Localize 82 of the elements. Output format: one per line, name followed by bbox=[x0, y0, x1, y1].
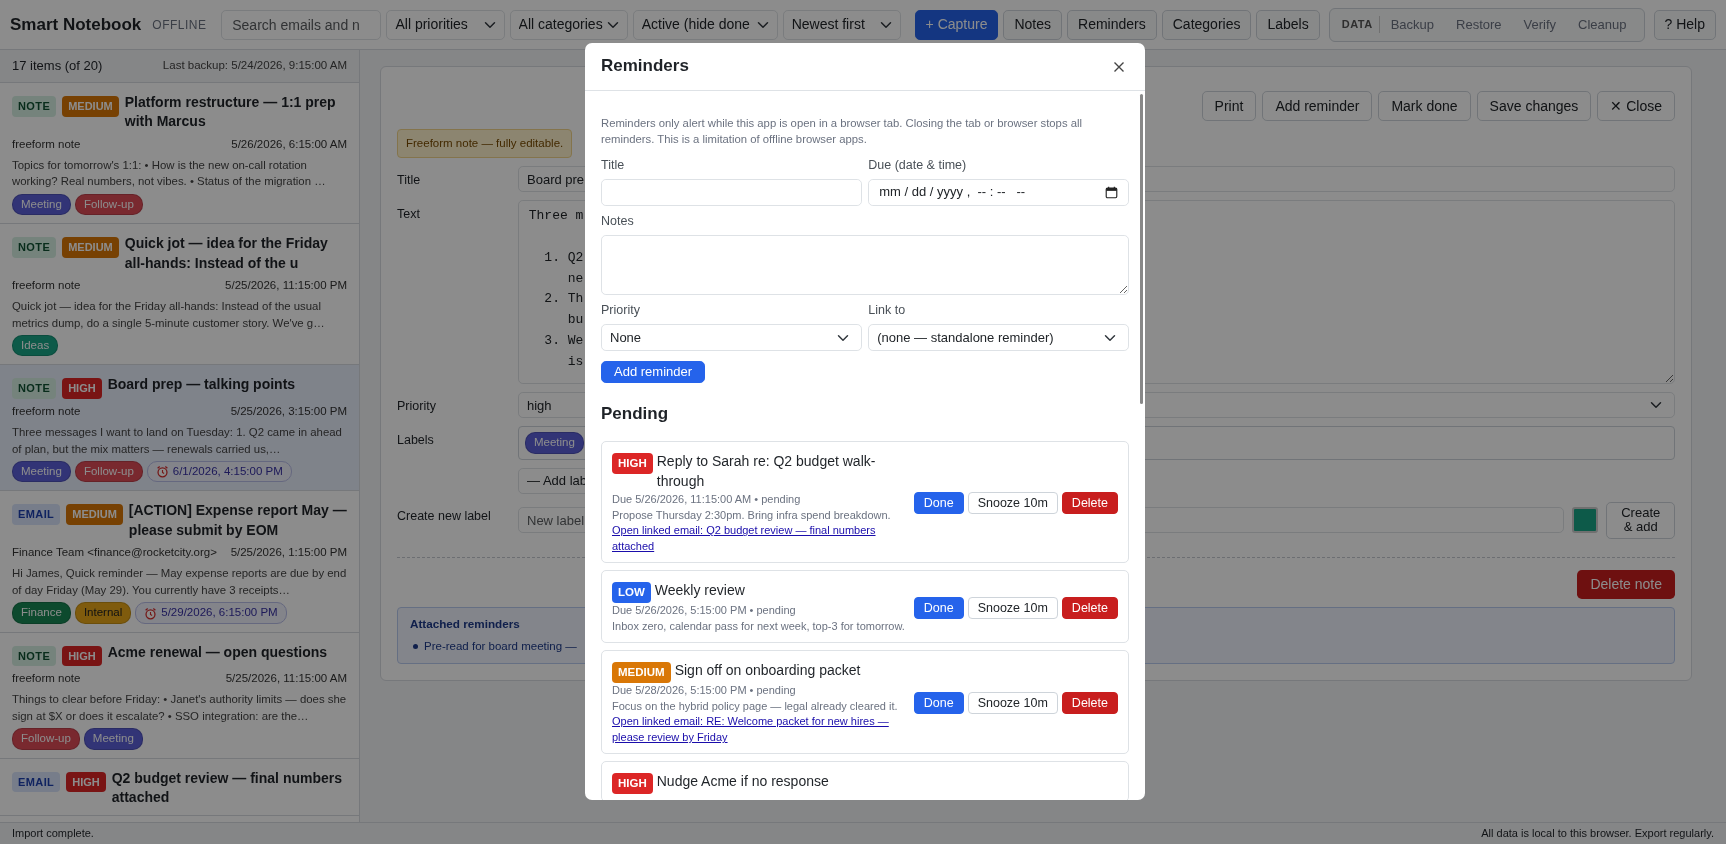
priority-badge: HIGH bbox=[612, 773, 653, 794]
offline-label: OFFLINE bbox=[152, 16, 207, 34]
item-date: 5/26/2026, 6:15:00 AM bbox=[231, 136, 347, 152]
type-badge: NOTE bbox=[12, 645, 57, 667]
priority-badge: HIGH bbox=[66, 771, 106, 793]
due-text: Due 5/28/2026, 5:15:00 PM • pending bbox=[612, 682, 797, 698]
info-text: Reminders only alert while this app is open in a browser tab. Closing the tab or browser stops all reminders. This is a limitation of offline browser apps. bbox=[601, 116, 1083, 148]
due-text: Due 5/26/2026, 11:15:00 AM • pending bbox=[612, 491, 802, 507]
label-tag: Meeting bbox=[83, 728, 143, 750]
item-snippet: Topics for tomorrow's 1:1: • How is the new on-call rotation working? Real numbers, not vibes. • Status of the migration … bbox=[12, 157, 327, 190]
field-label: Priority bbox=[397, 398, 437, 416]
priority-badge: HIGH bbox=[62, 378, 102, 399]
item-snippet: Hi James, Quick reminder — May expense reports are due by end of day Friday (May 29). You currently have 3 receipts… bbox=[12, 566, 347, 598]
label-tag: Follow-up bbox=[74, 193, 143, 216]
priority-badge: HIGH bbox=[612, 453, 653, 474]
section-heading: Pending bbox=[601, 402, 670, 425]
field-label: Notes bbox=[601, 213, 635, 230]
reminder-title: Sign off on onboarding packet bbox=[674, 660, 861, 680]
item-title: Acme renewal — open questions bbox=[107, 642, 328, 662]
item-snippet: Things to clear before Friday: • Janet's authority limits — does she sign at $X or does it escalate? • SSO integration: are the… bbox=[12, 692, 347, 724]
field-label: Title bbox=[601, 156, 626, 174]
attached-reminder: Pre-read for board meeting — bbox=[424, 638, 577, 654]
type-badge: NOTE bbox=[12, 237, 57, 258]
item-title: [ACTION] Expense report May — please submit by EOM bbox=[128, 501, 347, 540]
type-badge: NOTE bbox=[12, 378, 57, 399]
type-badge: NOTE bbox=[12, 96, 57, 117]
reminder-title: Weekly review bbox=[654, 581, 745, 601]
label-tag: Finance bbox=[12, 602, 71, 624]
app-title: Smart Notebook bbox=[10, 13, 142, 36]
label-tag: Meeting bbox=[12, 461, 71, 483]
item-title: Quick jot — idea for the Friday all-hands: Instead of the u bbox=[124, 234, 329, 273]
item-source: Finance Team <finance@rocketcity.org> bbox=[12, 545, 217, 561]
priority-badge: MEDIUM bbox=[62, 96, 119, 117]
field-label: Priority bbox=[601, 302, 641, 320]
priority-badge: HIGH bbox=[62, 645, 102, 667]
item-date: 5/25/2026, 11:15:00 AM bbox=[225, 671, 347, 687]
label-tag: Internal bbox=[74, 602, 132, 624]
label-tag: Follow-up bbox=[74, 461, 143, 483]
item-source: freeform note bbox=[12, 403, 81, 419]
status-note: All data is local to this browser. Export regularly. bbox=[1481, 826, 1714, 842]
item-snippet: Three messages I want to land on Tuesday: 1. Q2 came in ahead of plan, but the mix matters — renewals carried us,… bbox=[12, 425, 343, 457]
label-chip: Meeting bbox=[525, 432, 584, 454]
item-date: 5/25/2026, 11:15:00 PM bbox=[225, 277, 347, 293]
reminder-date: 6/1/2026, 4:15:00 PM bbox=[172, 464, 283, 480]
item-date: 5/25/2026, 3:15:00 PM bbox=[230, 403, 347, 419]
item-title: Board prep — talking points bbox=[107, 375, 296, 395]
type-badge: EMAIL bbox=[12, 504, 61, 525]
item-title: Platform restructure — 1:1 prep with Marcus bbox=[124, 93, 337, 132]
field-label: Title bbox=[397, 172, 422, 190]
field-label: Due (date & time) bbox=[868, 156, 968, 174]
priority-badge: LOW bbox=[612, 582, 651, 603]
dialog-title: Reminders bbox=[601, 56, 689, 77]
reminder-title: Reply to Sarah re: Q2 budget walk-through bbox=[656, 452, 877, 492]
type-badge: EMAIL bbox=[12, 771, 61, 793]
item-title: Q2 budget review — final numbers attached bbox=[111, 768, 343, 807]
priority-badge: MEDIUM bbox=[62, 237, 119, 258]
label-tag: Ideas bbox=[12, 335, 59, 357]
priority-badge: MEDIUM bbox=[612, 661, 671, 683]
panel-title: Attached reminders bbox=[410, 616, 520, 633]
item-snippet: Quick jot — idea for the Friday all-hands: Instead of the usual metrics dump, do a single 5-minute customer story. We've g… bbox=[12, 299, 326, 331]
status-message: Import complete. bbox=[12, 826, 94, 842]
due-text: Due 5/26/2026, 5:15:00 PM • pending bbox=[612, 603, 797, 618]
reminder-date: 5/29/2026, 6:15:00 PM bbox=[161, 605, 278, 621]
item-date: 5/25/2026, 1:15:00 PM bbox=[230, 545, 347, 561]
reminder-notes: Inbox zero, calendar pass for next week, top-3 for tomorrow. bbox=[612, 618, 906, 634]
item-source: freeform note bbox=[12, 671, 81, 687]
notice-banner: Freeform note — fully editable. bbox=[397, 129, 573, 159]
reminder-notes: Focus on the hybrid policy page — legal already cleared it. bbox=[612, 698, 899, 714]
data-label: DATA bbox=[1335, 16, 1380, 33]
reminder-title: Nudge Acme if no response bbox=[656, 772, 829, 792]
item-count: 17 items (of 20) bbox=[12, 57, 103, 76]
field-label: Link to bbox=[868, 302, 907, 320]
priority-badge: MEDIUM bbox=[66, 504, 123, 525]
field-label: Create new label bbox=[397, 507, 492, 525]
label-tag: Follow-up bbox=[12, 728, 80, 750]
label-tag: Meeting bbox=[12, 193, 71, 216]
field-label: Labels bbox=[397, 432, 435, 450]
last-backup: Last backup: 5/24/2026, 9:15:00 AM bbox=[162, 58, 347, 74]
reminder-notes: Propose Thursday 2:30pm. Bring infra spend breakdown. bbox=[612, 507, 892, 523]
item-source: freeform note bbox=[12, 136, 81, 152]
field-label: Text bbox=[397, 206, 421, 224]
item-source: freeform note bbox=[12, 277, 81, 293]
